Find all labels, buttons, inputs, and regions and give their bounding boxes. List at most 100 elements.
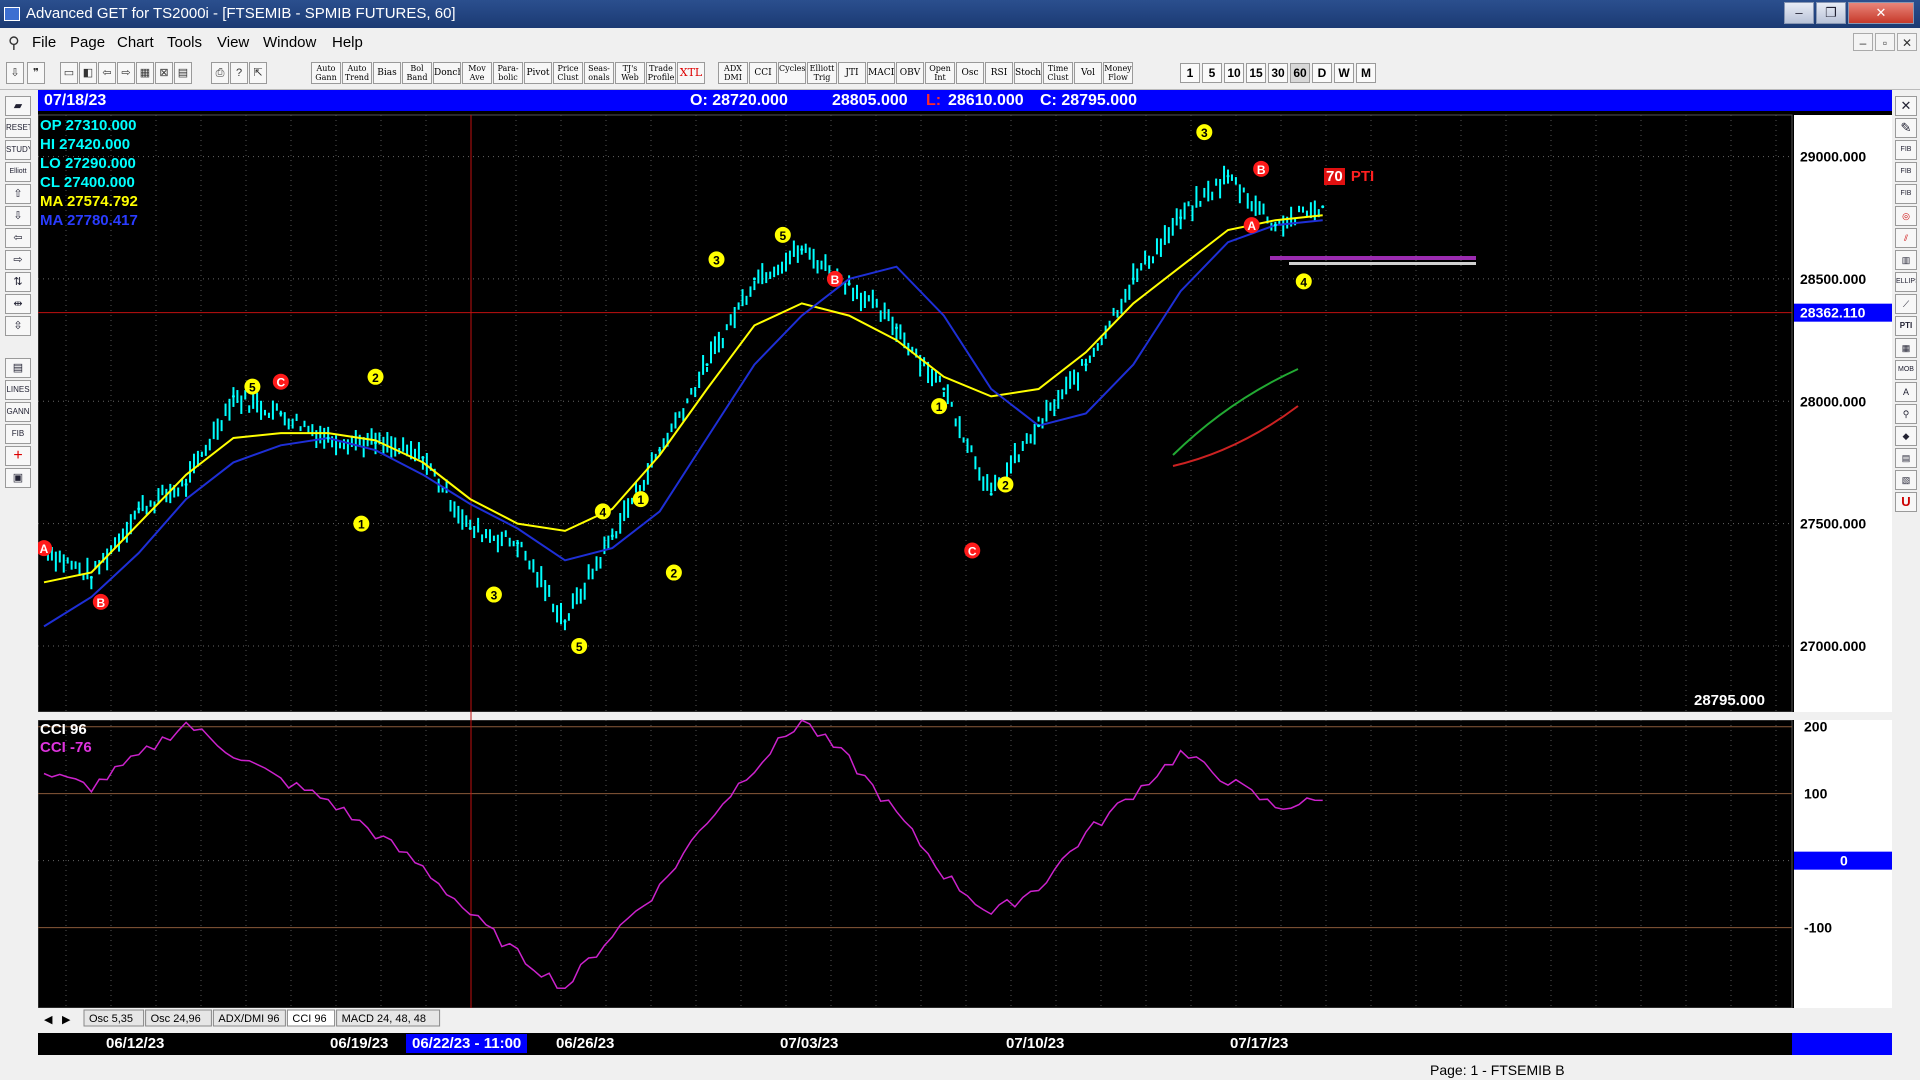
study-elliott-trig-button[interactable]: Elliott Trig — [807, 62, 837, 84]
chart-icon[interactable]: ▤ — [174, 62, 192, 84]
wave-marker-label: 1 — [936, 400, 943, 414]
arrow-left-icon[interactable]: ⇦ — [5, 228, 31, 248]
new-page-icon[interactable]: ▭ — [60, 62, 78, 84]
study-time-clust-button[interactable]: Time Clust — [1043, 62, 1073, 84]
study-adx-dmi-button[interactable]: ADX DMI — [718, 62, 748, 84]
mdi-restore-button[interactable]: ▫ — [1875, 33, 1895, 51]
grid-icon[interactable]: ⊠ — [155, 62, 173, 84]
pencil-icon[interactable]: ✎ — [1895, 118, 1917, 138]
study-bol-band-button[interactable]: Bol Band — [402, 62, 432, 84]
study-auto-gann-button[interactable]: Auto Gann — [311, 62, 341, 84]
pin-icon[interactable]: ⇩ — [6, 62, 24, 84]
fib-ret-button[interactable]: FIB RET — [1895, 140, 1917, 160]
minimize-button[interactable]: ‒ — [1784, 2, 1814, 24]
elliott-button[interactable]: Elliott — [5, 162, 31, 182]
table-icon[interactable]: ▥ — [1895, 250, 1917, 270]
timeframe-m-button[interactable]: M — [1356, 63, 1376, 83]
pti-button[interactable]: PTI — [1895, 316, 1917, 336]
help-icon[interactable]: ? — [230, 62, 248, 84]
menu-chart[interactable]: Chart — [117, 34, 154, 51]
study-xtl-button[interactable]: XTL — [677, 62, 705, 84]
wave-marker-label: C — [968, 545, 977, 559]
timeframe-w-button[interactable]: W — [1334, 63, 1354, 83]
zoom-icon[interactable]: ⇳ — [5, 316, 31, 336]
timeframe-30-button[interactable]: 30 — [1268, 63, 1288, 83]
study-price-clust-button[interactable]: Price Clust — [553, 62, 583, 84]
study-pivot-button[interactable]: Pivot — [524, 62, 552, 84]
study-stoch-button[interactable]: Stoch — [1014, 62, 1042, 84]
text-tool-icon[interactable]: A — [1895, 382, 1917, 402]
study-auto-trend-button[interactable]: Auto Trend — [342, 62, 372, 84]
study-trade-profile-button[interactable]: Trade Profile — [646, 62, 676, 84]
study-seas-onals-button[interactable]: Seas-onals — [584, 62, 614, 84]
paint-icon[interactable]: ◆ — [1895, 426, 1917, 446]
study-open-int-button[interactable]: Open Int — [925, 62, 955, 84]
menu-help[interactable]: Help — [332, 34, 363, 51]
magnifier-icon[interactable]: ⚲ — [1895, 404, 1917, 424]
study-osc-button[interactable]: Osc — [956, 62, 984, 84]
open-chart-icon[interactable]: ▰ — [5, 96, 31, 116]
ellips-button[interactable]: ELLIPS — [1895, 272, 1917, 292]
grid-tool-icon[interactable]: ▦ — [1895, 338, 1917, 358]
open-icon[interactable]: ◧ — [79, 62, 97, 84]
study-button[interactable]: STUDY — [5, 140, 31, 160]
forward-icon[interactable]: ⇨ — [117, 62, 135, 84]
menu-page[interactable]: Page — [70, 34, 105, 51]
study-money-flow-button[interactable]: Money Flow — [1103, 62, 1133, 84]
close-tool-icon[interactable]: ✕ — [1895, 96, 1917, 116]
menu-tools[interactable]: Tools — [167, 34, 202, 51]
study-rsi-button[interactable]: RSI — [985, 62, 1013, 84]
mdi-close-button[interactable]: ✕ — [1897, 33, 1917, 51]
chart-area[interactable]: 29000.00028500.00028000.00027500.0002700… — [38, 111, 1892, 1033]
timeframe-5-button[interactable]: 5 — [1202, 63, 1222, 83]
crosshair-icon[interactable]: + — [5, 446, 31, 466]
mob-button[interactable]: MOB — [1895, 360, 1917, 380]
study-vol-button[interactable]: Vol — [1074, 62, 1102, 84]
ruler-icon[interactable]: ▤ — [1895, 448, 1917, 468]
study-jti-button[interactable]: JTI — [838, 62, 866, 84]
fib-ext-button[interactable]: FIB EXT — [1895, 162, 1917, 182]
expand-icon[interactable]: ⇹ — [5, 294, 31, 314]
arrow-down-icon[interactable]: ⇩ — [5, 206, 31, 226]
study-bias-button[interactable]: Bias — [373, 62, 401, 84]
line-tool-icon[interactable]: ⟋ — [1895, 294, 1917, 314]
timeframe-60-button[interactable]: 60 — [1290, 63, 1310, 83]
print-icon[interactable]: ⎙ — [211, 62, 229, 84]
compress-icon[interactable]: ⇅ — [5, 272, 31, 292]
timeframe-1-button[interactable]: 1 — [1180, 63, 1200, 83]
timeframe-10-button[interactable]: 10 — [1224, 63, 1244, 83]
study-tj-s-web-button[interactable]: TJ's Web — [615, 62, 645, 84]
gann-button[interactable]: GANN — [5, 402, 31, 422]
fan-icon[interactable]: ⫽ — [1895, 228, 1917, 248]
reset-button[interactable]: RESET — [5, 118, 31, 138]
menu-view[interactable]: View — [217, 34, 249, 51]
timeframe-15-button[interactable]: 15 — [1246, 63, 1266, 83]
study-para-bolic-button[interactable]: Para-bolic — [493, 62, 523, 84]
study-cci-button[interactable]: CCI — [749, 62, 777, 84]
study-mov-ave-button[interactable]: Mov Ave — [462, 62, 492, 84]
maximize-button[interactable]: ❐ — [1816, 2, 1846, 24]
menu-file[interactable]: File — [32, 34, 56, 51]
magnet-icon[interactable]: U — [1895, 492, 1917, 512]
arrow-right-icon[interactable]: ⇨ — [5, 250, 31, 270]
back-icon[interactable]: ⇦ — [98, 62, 116, 84]
timeframe-d-button[interactable]: D — [1312, 63, 1332, 83]
context-help-icon[interactable]: ⇱ — [249, 62, 267, 84]
study-macd-button[interactable]: MACD — [867, 62, 895, 84]
fib-time-button[interactable]: FIB TIME — [1895, 184, 1917, 204]
menu-window[interactable]: Window — [263, 34, 316, 51]
layout-icon[interactable]: ▦ — [136, 62, 154, 84]
fib-button[interactable]: FIB — [5, 424, 31, 444]
bars-icon[interactable]: ▤ — [5, 358, 31, 378]
ellipse-icon[interactable]: ◎ — [1895, 206, 1917, 226]
layers-icon[interactable]: ▧ — [1895, 470, 1917, 490]
study-donch-button[interactable]: Donch — [433, 62, 461, 84]
study-cycles-button[interactable]: Cycles — [778, 62, 806, 84]
mdi-minimize-button[interactable]: ‒ — [1853, 33, 1873, 51]
quote-icon[interactable]: ❞ — [27, 62, 45, 84]
lines-button[interactable]: LINES — [5, 380, 31, 400]
notes-icon[interactable]: ▣ — [5, 468, 31, 488]
study-obv-button[interactable]: OBV — [896, 62, 924, 84]
close-button[interactable]: ✕ — [1848, 2, 1914, 24]
arrow-up-icon[interactable]: ⇧ — [5, 184, 31, 204]
